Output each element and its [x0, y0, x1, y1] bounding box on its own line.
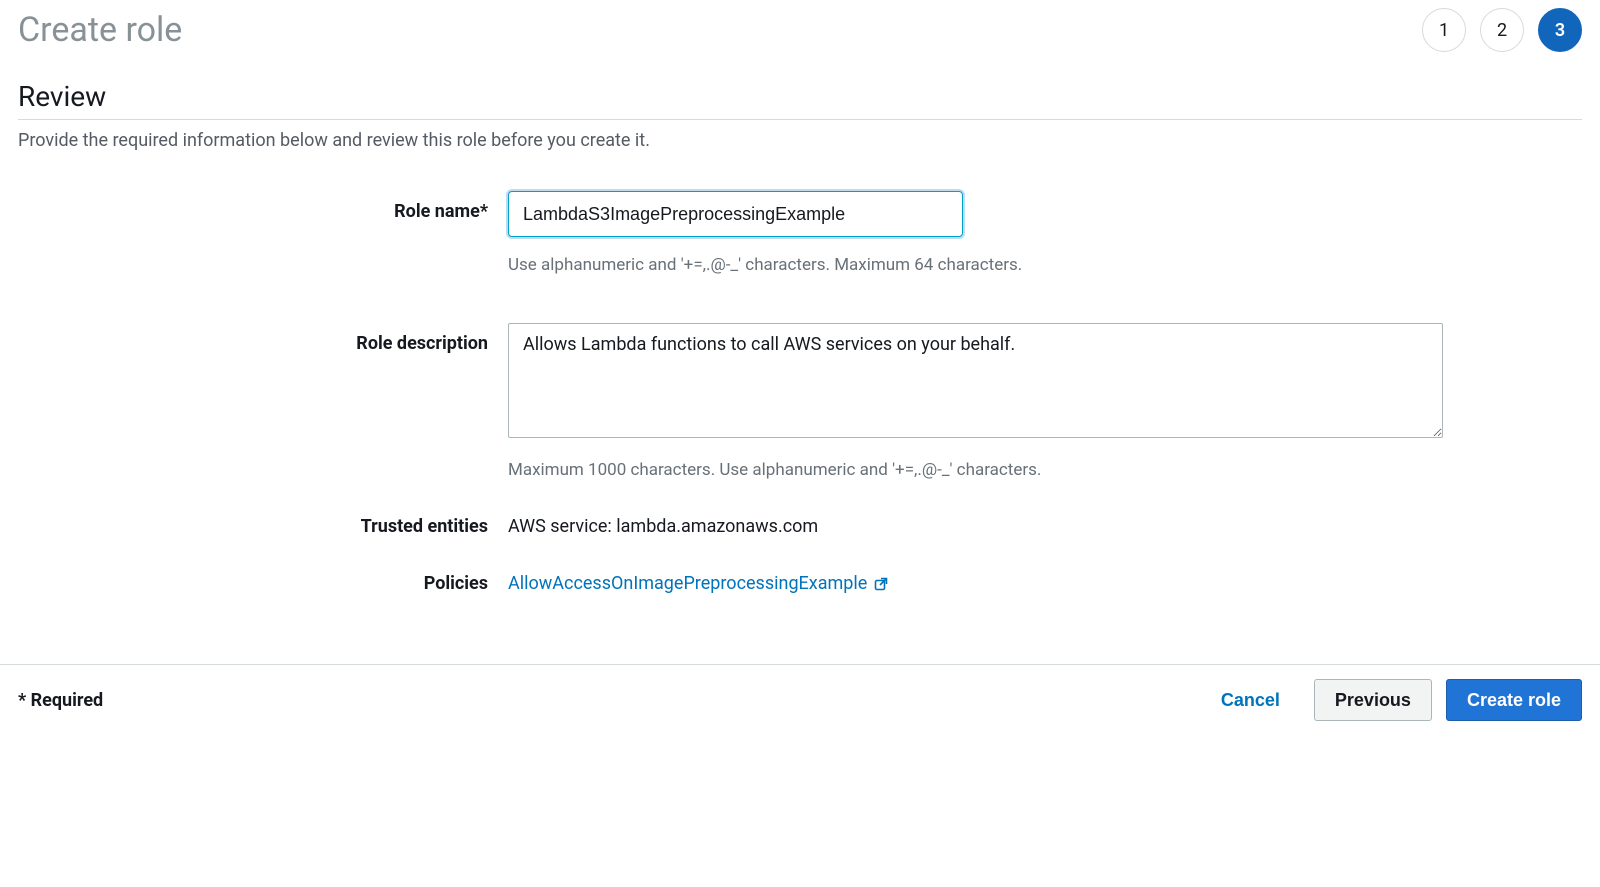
wizard-step-2[interactable]: 2: [1480, 8, 1524, 52]
policy-link-text: AllowAccessOnImagePreprocessingExample: [508, 573, 867, 594]
role-description-input[interactable]: [508, 323, 1443, 438]
required-note: * Required: [18, 690, 103, 711]
create-role-button[interactable]: Create role: [1446, 679, 1582, 721]
wizard-step-1[interactable]: 1: [1422, 8, 1466, 52]
section-description: Provide the required information below a…: [18, 130, 1582, 151]
wizard-steps: 1 2 3: [1422, 8, 1582, 52]
role-description-label: Role description: [18, 323, 508, 354]
role-name-label: Role name*: [18, 191, 508, 222]
role-name-input[interactable]: [508, 191, 963, 237]
wizard-footer: * Required Cancel Previous Create role: [0, 664, 1600, 739]
external-link-icon: [873, 576, 889, 592]
cancel-button[interactable]: Cancel: [1201, 679, 1300, 721]
policy-link[interactable]: AllowAccessOnImagePreprocessingExample: [508, 573, 889, 594]
role-description-hint: Maximum 1000 characters. Use alphanumeri…: [508, 460, 1582, 480]
section-title: Review: [18, 80, 1582, 120]
trusted-entities-value: AWS service: lambda.amazonaws.com: [508, 516, 818, 537]
page-title: Create role: [18, 10, 182, 50]
role-name-hint: Use alphanumeric and '+=,.@-_' character…: [508, 255, 1582, 275]
trusted-entities-label: Trusted entities: [18, 516, 508, 537]
wizard-step-3[interactable]: 3: [1538, 8, 1582, 52]
policies-label: Policies: [18, 573, 508, 594]
review-form: Role name* Use alphanumeric and '+=,.@-_…: [18, 191, 1582, 594]
previous-button[interactable]: Previous: [1314, 679, 1432, 721]
